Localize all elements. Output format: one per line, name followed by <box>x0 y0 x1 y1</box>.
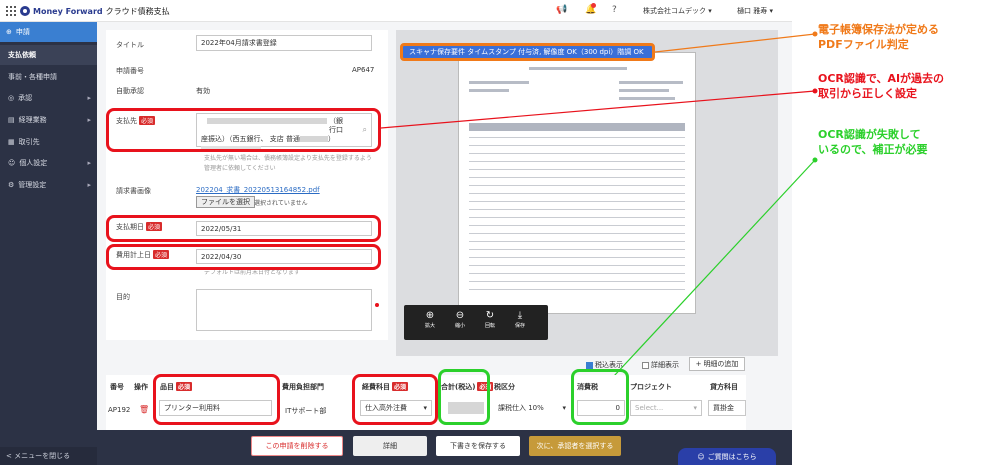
project-select[interactable]: Select... ▾ <box>630 400 702 416</box>
trash-icon[interactable]: 🗑 <box>139 405 149 414</box>
tax-category-select[interactable]: 課税仕入 10% ▾ <box>494 400 570 416</box>
debit-account-select[interactable]: 買掛金 <box>708 400 746 416</box>
red-connector <box>380 90 816 129</box>
item-highlight <box>153 374 280 425</box>
col-header-debit: 貸方科目 <box>710 383 738 391</box>
tax-category-value: 課税仕入 10% <box>498 404 544 412</box>
orange-connector <box>654 33 816 53</box>
help-chat-button[interactable]: ☺ ご質問はこちら <box>678 448 776 465</box>
detail-display-label: 詳細表示 <box>651 361 679 369</box>
plus-icon: + <box>695 360 702 368</box>
chevron-down-icon: ▾ <box>562 404 566 412</box>
col-header-no: 番号 <box>110 383 124 391</box>
account-highlight <box>352 374 438 425</box>
delete-request-button[interactable]: この申請を削除する <box>251 436 343 456</box>
col-header-tax-cat: 税区分 <box>494 383 515 391</box>
add-line-button[interactable]: + 明細の追加 <box>689 357 745 371</box>
project-placeholder: Select... <box>635 404 664 412</box>
chat-icon: ☺ <box>697 452 705 461</box>
row-number: AP192 <box>108 406 131 414</box>
red-connector-dot <box>812 88 818 94</box>
col-header-op: 操作 <box>134 383 148 391</box>
add-line-label: 明細の追加 <box>703 360 739 368</box>
detail-button[interactable]: 詳細 <box>353 436 427 456</box>
total-highlight <box>438 369 490 425</box>
checkbox-icon <box>642 361 649 369</box>
col-header-dept: 費用負担部門 <box>282 383 324 391</box>
orange-connector-dot <box>812 31 818 37</box>
select-approver-button[interactable]: 次に、承認者を選択する <box>529 436 621 456</box>
dept-select[interactable]: ITサポート部 <box>285 406 326 416</box>
col-header-project: プロジェクト <box>630 383 672 391</box>
save-draft-button[interactable]: 下書きを保存する <box>436 436 520 456</box>
green-connector <box>613 159 816 377</box>
chevron-down-icon: ▾ <box>693 404 697 412</box>
detail-display-toggle[interactable]: 詳細表示 <box>642 360 679 370</box>
checkbox-checked-icon <box>586 361 593 369</box>
tax-highlight <box>571 369 629 425</box>
help-chat-label: ご質問はこちら <box>707 452 757 461</box>
tax-incl-label: 税込表示 <box>595 361 623 369</box>
green-connector-dot <box>812 157 818 163</box>
